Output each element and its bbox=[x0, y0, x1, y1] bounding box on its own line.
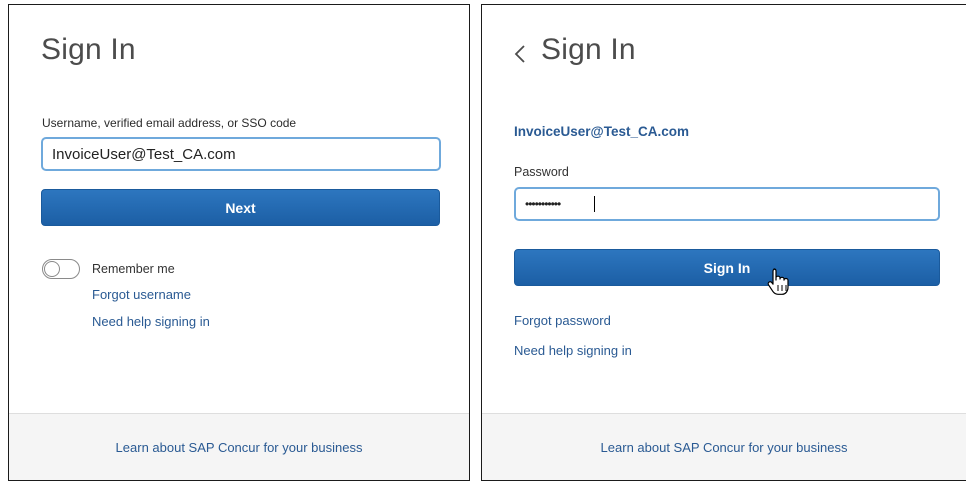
toggle-knob bbox=[44, 261, 60, 277]
need-help-link[interactable]: Need help signing in bbox=[92, 314, 210, 329]
password-mask: ••••••••••• bbox=[525, 197, 561, 211]
footer: Learn about SAP Concur for your business bbox=[9, 413, 469, 480]
forgot-password-link[interactable]: Forgot password bbox=[514, 313, 611, 328]
sign-in-password-panel: Sign In InvoiceUser@Test_CA.com Password… bbox=[481, 4, 966, 481]
learn-about-concur-link[interactable]: Learn about SAP Concur for your business bbox=[601, 440, 848, 455]
learn-about-concur-link[interactable]: Learn about SAP Concur for your business bbox=[116, 440, 363, 455]
remember-me-label: Remember me bbox=[92, 262, 175, 276]
password-input[interactable]: ••••••••••• bbox=[514, 187, 940, 221]
forgot-username-link[interactable]: Forgot username bbox=[92, 287, 191, 302]
sign-in-username-panel: Sign In Username, verified email address… bbox=[8, 4, 470, 481]
sign-in-button-label: Sign In bbox=[703, 259, 751, 276]
back-chevron-icon[interactable] bbox=[513, 42, 527, 66]
footer: Learn about SAP Concur for your business bbox=[482, 413, 966, 480]
username-input[interactable]: InvoiceUser@Test_CA.com bbox=[41, 137, 441, 171]
remember-me-toggle[interactable] bbox=[42, 259, 80, 279]
password-label: Password bbox=[514, 165, 569, 179]
page-title: Sign In bbox=[41, 33, 136, 66]
text-caret bbox=[594, 196, 595, 212]
hand-pointer-icon bbox=[767, 267, 791, 304]
need-help-link[interactable]: Need help signing in bbox=[514, 343, 632, 358]
next-button[interactable]: Next bbox=[41, 189, 440, 226]
page-title: Sign In bbox=[541, 33, 636, 66]
username-value: InvoiceUser@Test_CA.com bbox=[52, 145, 236, 163]
sign-in-button[interactable]: Sign In bbox=[514, 249, 940, 286]
username-label: Username, verified email address, or SSO… bbox=[42, 116, 297, 130]
user-email: InvoiceUser@Test_CA.com bbox=[514, 124, 689, 139]
